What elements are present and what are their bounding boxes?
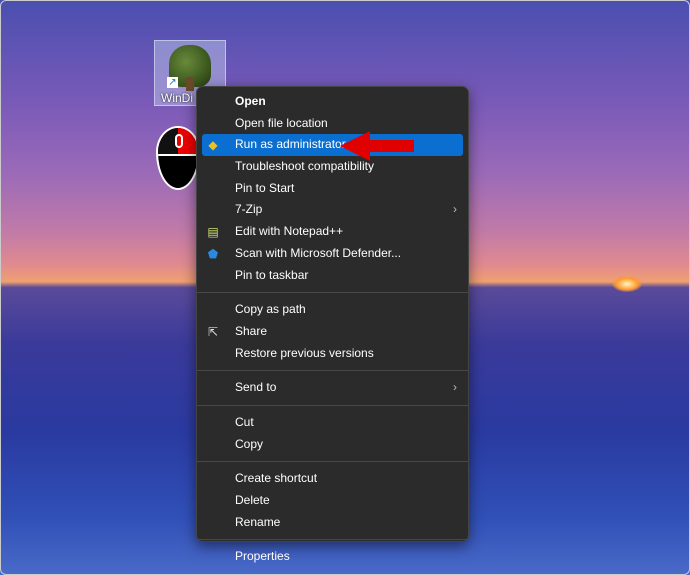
menu-separator xyxy=(197,404,468,406)
menu-item-label: Cut xyxy=(235,414,254,429)
menu-item-label: Delete xyxy=(235,493,270,507)
notepad-plus-plus-icon: ▤ xyxy=(207,225,219,240)
menu-item-scan-with-microsoft-defender[interactable]: ⬟ Scan with Microsoft Defender... xyxy=(202,243,463,265)
menu-item-label: Open file location xyxy=(235,115,328,130)
menu-item-pin-to-start[interactable]: Pin to Start xyxy=(202,178,463,200)
tree-trunk xyxy=(186,77,194,91)
menu-item-send-to[interactable]: Send to › xyxy=(202,377,463,399)
menu-separator xyxy=(197,292,468,294)
chevron-right-icon: › xyxy=(453,380,457,395)
share-icon: ⇱ xyxy=(207,324,219,339)
defender-shield-icon: ⬟ xyxy=(207,246,219,261)
menu-item-open[interactable]: Open xyxy=(202,91,463,113)
menu-item-label: Troubleshoot compatibility xyxy=(235,159,374,174)
menu-item-label: Send to xyxy=(235,380,277,395)
menu-item-delete[interactable]: Delete xyxy=(202,490,463,512)
menu-separator xyxy=(197,539,468,541)
menu-item-label: 7-Zip xyxy=(235,202,263,217)
menu-separator xyxy=(197,370,468,372)
menu-item-label: Share xyxy=(235,323,268,338)
shortcut-arrow-icon: ↗ xyxy=(167,77,178,88)
menu-item-label: Create shortcut xyxy=(235,471,318,486)
menu-item-share[interactable]: ⇱ Share xyxy=(202,321,463,343)
menu-item-troubleshoot-compatibility[interactable]: Troubleshoot compatibility xyxy=(202,156,463,178)
context-menu: Open Open file location ◆ Run as administra… xyxy=(196,86,469,563)
menu-item-label: Properties xyxy=(235,549,290,564)
menu-item-copy[interactable]: Copy xyxy=(202,434,463,456)
red-arrow-annotation xyxy=(340,131,414,161)
menu-item-create-shortcut[interactable]: Create shortcut xyxy=(202,468,463,490)
desktop-icon-label: WinDi xyxy=(161,91,193,105)
menu-item-copy-as-path[interactable]: Copy as path xyxy=(202,299,463,321)
uac-shield-icon: ◆ xyxy=(208,138,218,153)
menu-item-label: Pin to Start xyxy=(235,180,295,195)
menu-item-label: Restore previous versions xyxy=(235,345,374,360)
menu-item-restore-previous-versions[interactable]: Restore previous versions xyxy=(202,343,463,365)
menu-item-properties[interactable]: Properties xyxy=(202,546,463,568)
menu-separator xyxy=(197,461,468,463)
menu-item-edit-with-notepad[interactable]: ▤ Edit with Notepad++ xyxy=(202,221,463,243)
right-click-mouse-icon xyxy=(156,126,200,190)
chevron-right-icon: › xyxy=(453,202,457,217)
sunset-sun xyxy=(612,276,642,292)
menu-item-pin-to-taskbar[interactable]: Pin to taskbar xyxy=(202,265,463,287)
menu-item-cut[interactable]: Cut xyxy=(202,412,463,434)
menu-item-open-file-location[interactable]: Open file location xyxy=(202,113,463,135)
menu-item-7-zip[interactable]: 7-Zip › xyxy=(202,199,463,221)
menu-item-run-as-administrator[interactable]: ◆ Run as administrator xyxy=(202,134,463,157)
menu-item-label: Copy as path xyxy=(235,302,306,317)
menu-item-label: Pin to taskbar xyxy=(235,267,309,282)
menu-item-label: Open xyxy=(235,94,266,108)
menu-item-label: Rename xyxy=(235,514,281,529)
menu-item-label: Copy xyxy=(235,436,264,451)
menu-item-label: Run as administrator xyxy=(235,137,346,152)
menu-item-rename[interactable]: Rename xyxy=(202,512,463,534)
menu-item-label: Edit with Notepad++ xyxy=(235,224,344,239)
menu-item-label: Scan with Microsoft Defender... xyxy=(235,245,402,260)
